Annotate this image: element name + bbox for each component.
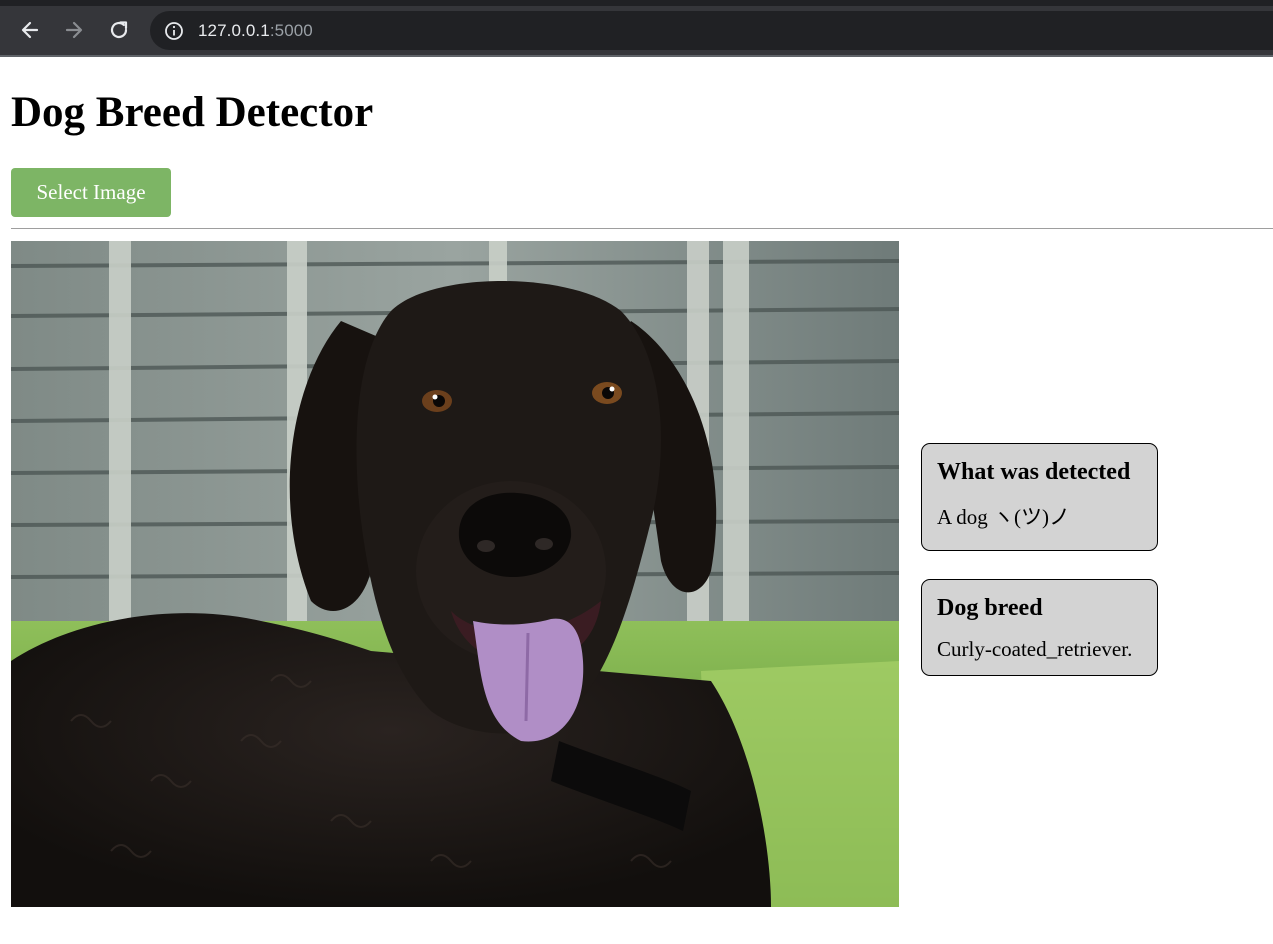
page-title: Dog Breed Detector xyxy=(11,89,374,136)
breed-text: Curly-coated_retriever. xyxy=(937,637,1133,661)
reload-icon xyxy=(108,19,130,41)
detection-result-card: What was detected A dog ヽ(ツ)ノ xyxy=(921,443,1158,551)
browser-toolbar: 127.0.0.1:5000 xyxy=(0,0,1273,57)
url-text[interactable]: 127.0.0.1:5000 xyxy=(198,21,313,41)
tab-strip-edge xyxy=(0,0,1273,6)
dog-photo xyxy=(11,241,899,907)
url-host: 127.0.0.1 xyxy=(198,20,270,40)
detected-text: A dog ヽ(ツ)ノ xyxy=(937,505,1070,529)
reload-button[interactable] xyxy=(103,14,135,46)
detected-heading: What was detected xyxy=(937,459,1131,485)
arrow-right-icon xyxy=(64,20,84,40)
info-icon[interactable] xyxy=(164,21,184,41)
back-button[interactable] xyxy=(14,14,46,46)
toolbar-divider xyxy=(0,55,1273,57)
arrow-left-icon xyxy=(20,20,40,40)
url-port: :5000 xyxy=(269,20,313,40)
select-image-button[interactable]: Select Image xyxy=(11,168,171,217)
breed-heading: Dog breed xyxy=(937,595,1043,621)
breed-result-card: Dog breed Curly-coated_retriever. xyxy=(921,579,1158,676)
horizontal-rule xyxy=(11,228,1273,229)
address-bar[interactable]: 127.0.0.1:5000 xyxy=(150,11,1273,50)
forward-button[interactable] xyxy=(58,14,90,46)
